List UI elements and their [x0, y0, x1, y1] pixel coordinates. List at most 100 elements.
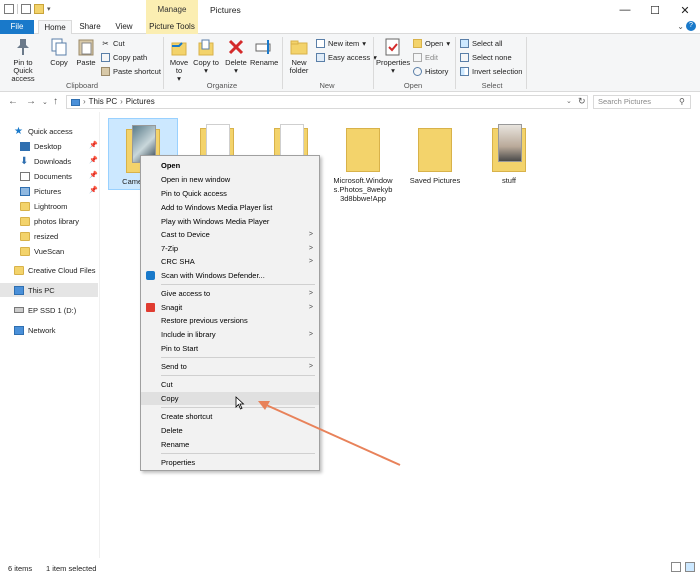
tab-share[interactable]: Share [76, 20, 104, 34]
menu-item-open[interactable]: Open [141, 159, 319, 172]
large-icons-view-icon[interactable] [685, 562, 695, 572]
forward-arrow-icon[interactable]: → [26, 96, 36, 107]
new-folder-button[interactable]: New folder [285, 37, 313, 75]
up-arrow-icon[interactable]: ↑ [53, 96, 58, 107]
menu-item-scan-defender[interactable]: Scan with Windows Defender... [141, 269, 319, 282]
select-all-button[interactable]: Select all [460, 37, 502, 49]
desktop-icon [20, 141, 30, 151]
tab-home[interactable]: Home [38, 20, 72, 34]
folder-icon [346, 122, 380, 172]
invert-selection-button[interactable]: Invert selection [460, 65, 522, 77]
breadcrumb-this-pc[interactable]: This PC [89, 96, 117, 108]
open-icon [413, 38, 422, 48]
copy-to-button[interactable]: Copy to ▾ [193, 37, 219, 75]
address-bar[interactable]: › This PC › Pictures [66, 95, 588, 109]
sidebar-item-ep-ssd[interactable]: EP SSD 1 (D:) [14, 303, 76, 317]
pin-icon: 📌 [89, 157, 98, 164]
menu-item-pin-start[interactable]: Pin to Start [141, 342, 319, 355]
open-button[interactable]: Open ▾ [413, 37, 450, 49]
sidebar-item-pictures[interactable]: Pictures [20, 184, 61, 198]
move-to-icon [169, 37, 189, 57]
tab-picture-tools[interactable]: Picture Tools [146, 20, 198, 34]
delete-button[interactable]: Delete ▾ [223, 37, 249, 75]
manage-label: Manage [157, 5, 187, 14]
breadcrumb-pictures[interactable]: Pictures [126, 96, 155, 108]
refresh-icon[interactable]: ↻ [578, 96, 586, 107]
new-folder-qat-icon[interactable] [34, 4, 44, 14]
new-item-button[interactable]: New item ▾ [316, 37, 366, 49]
edit-button[interactable]: Edit [413, 51, 438, 63]
folder-icon [20, 216, 30, 226]
address-dropdown-icon[interactable]: ⌄ [566, 97, 572, 105]
edit-icon [413, 52, 422, 62]
creative-cloud-folder-icon [14, 265, 24, 275]
copy-button[interactable]: Copy [46, 37, 72, 67]
help-icon[interactable]: ? [686, 21, 696, 31]
properties-qat-icon[interactable] [21, 4, 31, 14]
close-button[interactable]: ✕ [670, 0, 700, 20]
sidebar-item-vuescan[interactable]: VueScan [20, 244, 64, 258]
minimize-button[interactable]: — [610, 0, 640, 20]
qat-chevron-icon[interactable]: ▾ [47, 5, 51, 13]
new-item-icon [316, 38, 325, 48]
cut-button[interactable]: ✂ Cut [101, 37, 124, 49]
folder-tile-saved-pictures[interactable]: Saved Pictures [400, 118, 470, 185]
pin-quick-access-button[interactable]: Pin to Quick access [3, 37, 43, 83]
menu-item-7zip[interactable]: 7-Zip > [141, 242, 319, 255]
sidebar-item-photos-library[interactable]: photos library [20, 214, 79, 228]
move-to-button[interactable]: Move to ▾ [166, 37, 192, 83]
menu-item-open-new-window[interactable]: Open in new window [141, 173, 319, 186]
tab-view[interactable]: View [110, 20, 138, 34]
select-none-button[interactable]: Select none [460, 51, 512, 63]
paste-shortcut-button[interactable]: Paste shortcut [101, 65, 161, 77]
folder-icon [20, 201, 30, 211]
new-group-label: New [319, 81, 335, 90]
menu-item-add-wmp-list[interactable]: Add to Windows Media Player list [141, 201, 319, 214]
sidebar-item-lightroom[interactable]: Lightroom [20, 199, 67, 213]
sidebar-item-resized[interactable]: resized [20, 229, 58, 243]
menu-item-cast-to-device[interactable]: Cast to Device > [141, 228, 319, 241]
history-button[interactable]: History [413, 65, 448, 77]
sidebar-item-network[interactable]: Network [14, 323, 56, 337]
menu-item-crc-sha[interactable]: CRC SHA > [141, 255, 319, 268]
pin-icon [13, 37, 33, 57]
sidebar-item-creative-cloud[interactable]: Creative Cloud Files [14, 263, 96, 277]
sidebar-item-desktop[interactable]: Desktop [20, 139, 62, 153]
select-none-icon [460, 52, 469, 62]
properties-button[interactable]: Properties ▾ [376, 37, 410, 75]
title-bar: ▾ Manage Pictures — ☐ ✕ [0, 0, 700, 20]
copy-path-button[interactable]: Copy path [101, 51, 147, 63]
explorer-icon [4, 4, 14, 14]
menu-item-give-access[interactable]: Give access to > [141, 287, 319, 300]
menu-item-pin-quick-access[interactable]: Pin to Quick access [141, 187, 319, 200]
rename-button[interactable]: Rename [250, 37, 278, 67]
folder-tile-microsoft-photos[interactable]: Microsoft.Windows.Photos_8wekyb3d8bbwe!A… [326, 118, 400, 203]
sidebar-item-quick-access[interactable]: ★ Quick access [14, 124, 73, 138]
tab-file[interactable]: File [0, 20, 34, 34]
maximize-button[interactable]: ☐ [640, 0, 670, 20]
paste-button[interactable]: Paste [74, 37, 98, 67]
ribbon-collapse-icon[interactable]: ⌄ [677, 22, 684, 31]
recent-locations-chevron-icon[interactable]: ⌄ [42, 98, 48, 106]
star-icon: ★ [14, 125, 23, 137]
menu-item-restore-versions[interactable]: Restore previous versions [141, 314, 319, 327]
menu-item-snagit[interactable]: Snagit > [141, 301, 319, 314]
menu-item-send-to[interactable]: Send to > [141, 360, 319, 373]
folder-icon [418, 122, 452, 172]
copy-icon [49, 37, 69, 57]
paste-icon [76, 37, 96, 57]
back-arrow-icon[interactable]: ← [8, 96, 18, 107]
navigation-pane: ★ Quick access Desktop 📌 ⬇ Downloads 📌 D… [0, 112, 100, 558]
details-view-icon[interactable] [671, 562, 681, 572]
menu-item-play-wmp[interactable]: Play with Windows Media Player [141, 215, 319, 228]
sidebar-item-downloads[interactable]: ⬇ Downloads [20, 154, 71, 168]
sidebar-item-documents[interactable]: Documents [20, 169, 72, 183]
search-icon[interactable]: ⚲ [679, 97, 685, 106]
folder-tile-stuff[interactable]: stuff [474, 118, 544, 185]
sidebar-item-this-pc[interactable]: This PC [0, 283, 98, 297]
easy-access-button[interactable]: Easy access ▾ [316, 51, 377, 63]
search-input[interactable]: Search Pictures [593, 95, 691, 109]
menu-item-cut[interactable]: Cut [141, 378, 319, 391]
menu-item-include-library[interactable]: Include in library > [141, 328, 319, 341]
history-icon [413, 66, 422, 76]
